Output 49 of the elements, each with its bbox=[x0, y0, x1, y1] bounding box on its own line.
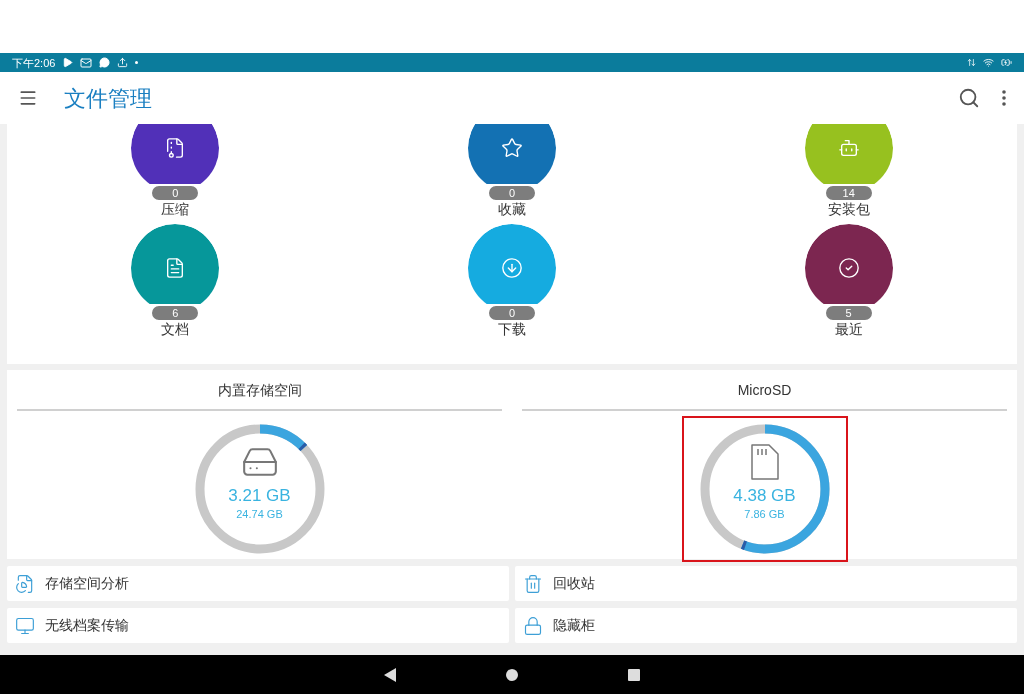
used-space: 4.38 GB bbox=[733, 485, 796, 507]
used-space: 3.21 GB bbox=[228, 485, 291, 507]
battery-icon bbox=[1001, 57, 1012, 68]
download-icon bbox=[501, 257, 523, 279]
menu-icon bbox=[18, 88, 38, 108]
trash-icon bbox=[523, 573, 543, 594]
count-badge: 0 bbox=[487, 184, 537, 202]
star-icon bbox=[501, 137, 523, 159]
tool-item[interactable]: 隐藏柜 bbox=[515, 608, 1017, 643]
play-icon bbox=[62, 57, 74, 68]
count-badge: 14 bbox=[823, 184, 874, 202]
total-space: 24.74 GB bbox=[236, 507, 283, 521]
data-arrows-icon bbox=[967, 58, 976, 67]
upload-icon bbox=[117, 57, 129, 68]
category-label: 下载 bbox=[498, 320, 526, 338]
category-label: 文档 bbox=[161, 320, 190, 338]
mail-icon bbox=[80, 56, 93, 69]
app-title: 文件管理 bbox=[64, 84, 152, 113]
category-label: 最近 bbox=[834, 320, 863, 338]
search-icon bbox=[958, 87, 980, 109]
sd-card-icon bbox=[749, 443, 780, 481]
recents-icon[interactable] bbox=[628, 668, 640, 681]
check-circle-icon bbox=[837, 257, 860, 279]
count-badge: 0 bbox=[150, 184, 201, 202]
count-badge: 0 bbox=[487, 304, 537, 322]
more-icon bbox=[1002, 90, 1006, 106]
storage-title: 内置存储空间 bbox=[217, 381, 302, 400]
more-button[interactable] bbox=[1002, 90, 1006, 106]
count-badge: 6 bbox=[150, 304, 201, 322]
status-time: 下午2:06 bbox=[12, 55, 56, 70]
monitor-icon bbox=[15, 615, 35, 636]
total-space: 7.86 GB bbox=[744, 507, 785, 521]
tool-item[interactable]: 无线档案传输 bbox=[7, 608, 509, 643]
category-label: 收藏 bbox=[498, 200, 526, 218]
lock-icon bbox=[523, 615, 543, 636]
home-icon[interactable] bbox=[506, 668, 518, 681]
wifi-icon bbox=[983, 57, 994, 68]
count-badge: 5 bbox=[823, 304, 874, 322]
file-chart-icon bbox=[15, 573, 35, 594]
storage-title: MicroSD bbox=[737, 381, 792, 400]
back-icon[interactable] bbox=[384, 667, 396, 682]
tool-item[interactable]: 回收站 bbox=[515, 566, 1017, 601]
robot-icon bbox=[837, 137, 860, 159]
message-icon bbox=[99, 57, 111, 68]
category-label: 安装包 bbox=[827, 200, 870, 218]
search-button[interactable] bbox=[958, 87, 980, 109]
category-label: 压缩 bbox=[161, 200, 190, 218]
menu-button[interactable] bbox=[18, 88, 38, 108]
tool-item[interactable]: 存储空间分析 bbox=[7, 566, 509, 601]
